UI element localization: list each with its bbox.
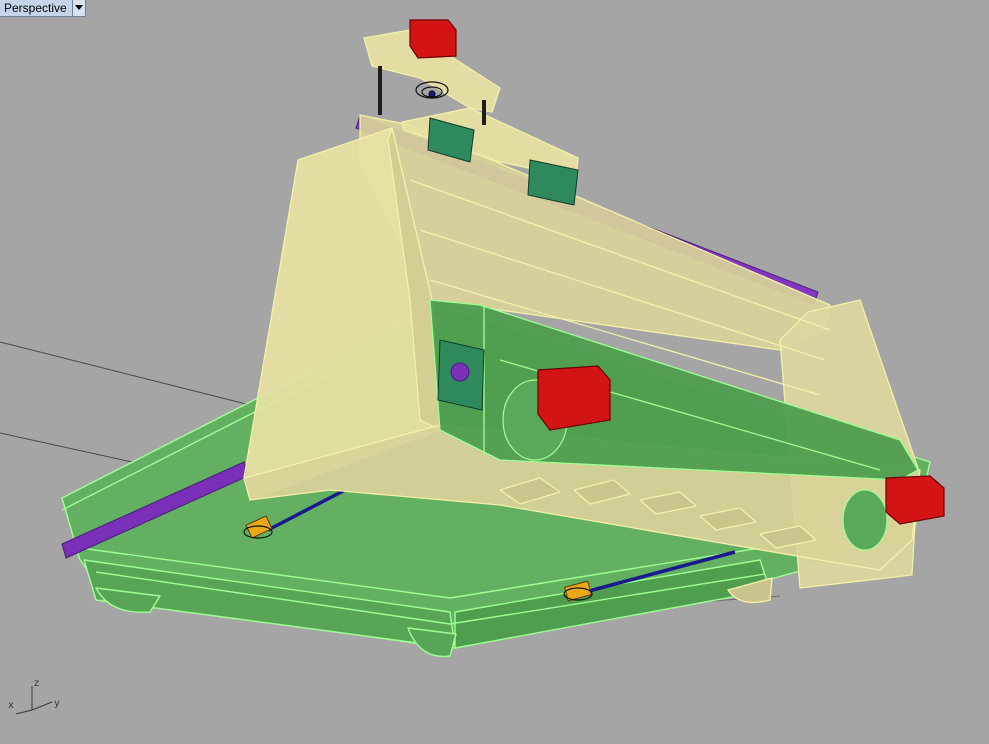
viewport-title-tab[interactable]: Perspective <box>0 0 86 17</box>
axis-gizmo-icon: z x y <box>8 678 60 715</box>
construction-line <box>0 341 251 406</box>
axis-label-z: z <box>34 678 39 689</box>
viewport-menu-button[interactable] <box>71 0 85 16</box>
cnc-model-render[interactable] <box>0 0 989 744</box>
axis-label-x: x <box>8 700 14 711</box>
axis-label-y: y <box>54 698 60 709</box>
triangle-down-icon <box>74 5 83 10</box>
perspective-viewport[interactable]: Perspective z x y <box>0 0 989 744</box>
viewport-title[interactable]: Perspective <box>0 0 72 16</box>
